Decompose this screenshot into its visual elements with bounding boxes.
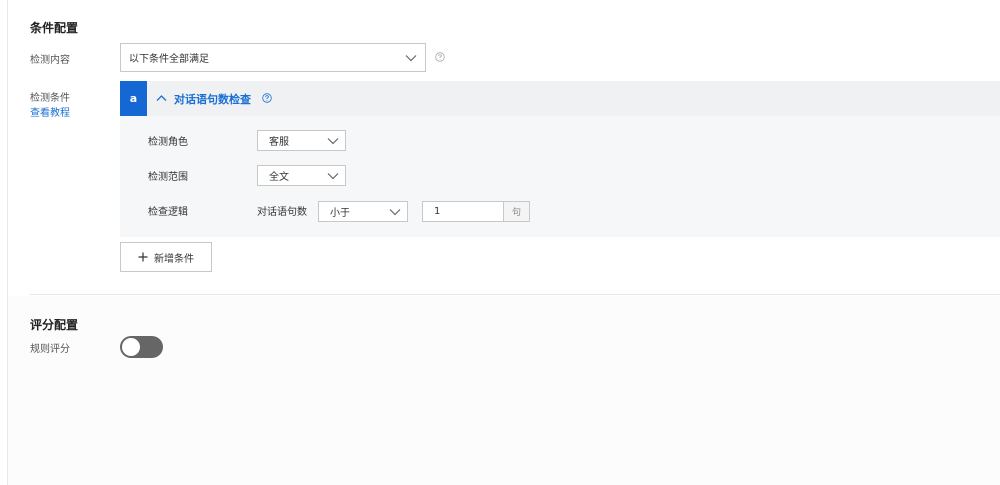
chevron-down-icon	[327, 137, 339, 144]
logic-operator-value: 小于	[330, 208, 350, 219]
chevron-down-icon	[389, 208, 401, 215]
condition-letter-badge: a	[120, 81, 147, 116]
section-title-score-config: 评分配置	[30, 318, 79, 332]
detect-content-select[interactable]: 以下条件全部满足	[120, 43, 426, 72]
section-divider	[30, 294, 1000, 295]
detect-conditions-label: 检测条件	[30, 93, 70, 104]
chevron-down-icon	[405, 54, 417, 61]
add-condition-label: 新增条件	[154, 253, 194, 265]
logic-operator-select[interactable]: 小于	[318, 201, 408, 222]
detect-role-value: 客服	[269, 137, 289, 148]
bottom-area	[8, 296, 1000, 485]
logic-unit-addon: 句	[503, 201, 530, 222]
rule-score-label: 规则评分	[30, 344, 70, 355]
toggle-knob	[122, 338, 140, 356]
section-title-condition-config: 条件配置	[30, 21, 79, 35]
plus-icon	[138, 252, 148, 262]
rule-score-toggle[interactable]	[120, 336, 163, 358]
condition-title: 对话语句数检查	[174, 93, 251, 106]
detect-range-value: 全文	[269, 172, 289, 183]
help-icon[interactable]	[435, 52, 445, 62]
detect-content-value: 以下条件全部满足	[129, 54, 209, 65]
condition-header[interactable]: a 对话语句数检查	[120, 81, 1000, 116]
view-tutorial-link[interactable]: 查看教程	[30, 104, 70, 119]
chevron-down-icon	[327, 172, 339, 179]
detect-role-select[interactable]: 客服	[257, 130, 346, 151]
detect-range-select[interactable]: 全文	[257, 165, 346, 186]
logic-prefix-text: 对话语句数	[257, 207, 307, 218]
detect-content-label: 检测内容	[30, 55, 70, 66]
condition-block-a: a 对话语句数检查	[120, 81, 1000, 237]
logic-number-input[interactable]: 1	[422, 201, 504, 222]
check-logic-label: 检查逻辑	[148, 207, 188, 218]
detect-role-label: 检测角色	[148, 137, 188, 148]
detect-range-label: 检测范围	[148, 172, 188, 183]
add-condition-button[interactable]: 新增条件	[120, 242, 212, 272]
help-icon[interactable]	[262, 93, 272, 103]
page: 条件配置 检测内容 以下条件全部满足 检测条件 查看教程 a 对话语句数检查 检…	[0, 0, 1000, 485]
chevron-up-icon[interactable]	[156, 94, 167, 102]
